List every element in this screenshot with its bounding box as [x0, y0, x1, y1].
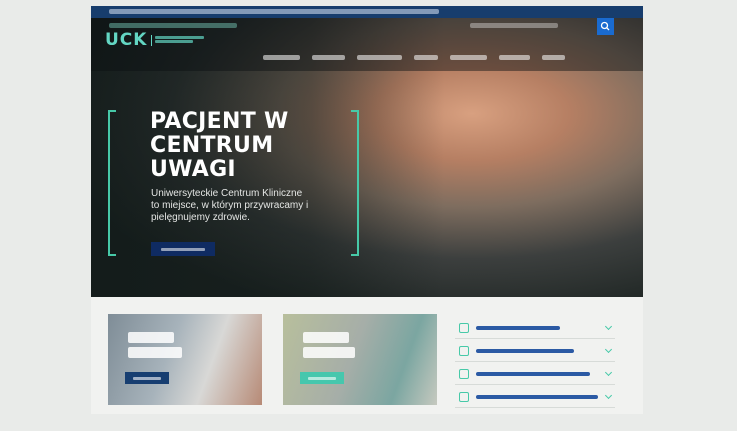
quick-link-label-blurred [476, 395, 598, 399]
link-icon [459, 323, 469, 333]
quick-links [455, 316, 615, 408]
language-switcher-blurred[interactable] [470, 23, 558, 28]
nav-item[interactable] [499, 55, 530, 60]
button-label-blurred [308, 377, 336, 380]
link-icon [459, 346, 469, 356]
find-doctor-button[interactable] [125, 372, 169, 384]
nav-item[interactable] [542, 55, 565, 60]
quick-link[interactable] [455, 385, 615, 408]
chevron-down-icon [604, 345, 613, 354]
search-button[interactable] [597, 18, 614, 35]
chevron-down-icon [604, 391, 613, 400]
chevron-down-icon [604, 368, 613, 377]
chevron-down-icon [604, 322, 613, 331]
find-clinic-button[interactable] [300, 372, 344, 384]
hero-bracket-right [351, 110, 359, 256]
quick-link-label-blurred [476, 372, 590, 376]
quick-link[interactable] [455, 339, 615, 362]
site-logo[interactable]: UCK [105, 30, 209, 50]
nav-item[interactable] [263, 55, 300, 60]
hero-title-line: UWAGI [150, 157, 236, 182]
link-icon [459, 392, 469, 402]
logo-text-blurred [151, 34, 209, 46]
main-nav [263, 55, 565, 60]
card-title-blurred [128, 332, 184, 362]
logo-mark: UCK [105, 30, 148, 50]
nav-item[interactable] [312, 55, 345, 60]
search-icon [600, 21, 610, 31]
nav-item[interactable] [414, 55, 438, 60]
contact-line-blurred[interactable] [109, 23, 237, 28]
hero-bracket-left [108, 110, 116, 256]
quick-link-label-blurred [476, 349, 574, 353]
notice-text-blurred [109, 9, 439, 14]
quick-link[interactable] [455, 316, 615, 339]
hero-title: PACJENT W CENTRUM UWAGI [150, 110, 340, 182]
hero-title-line: PACJENT W [150, 109, 289, 134]
quick-link-label-blurred [476, 326, 560, 330]
website-frame: UCK PACJENT W CENTRUM UWAGI Uniwersyteck… [91, 6, 643, 414]
find-doctor-card[interactable] [108, 314, 262, 405]
hero-cta-button[interactable] [151, 242, 215, 256]
find-clinic-card[interactable] [283, 314, 437, 405]
screenshot: UCK PACJENT W CENTRUM UWAGI Uniwersyteck… [0, 0, 737, 431]
nav-item[interactable] [357, 55, 402, 60]
link-icon [459, 369, 469, 379]
card-title-blurred [303, 332, 359, 362]
quick-link[interactable] [455, 362, 615, 385]
notice-bar [91, 6, 643, 18]
cta-label-blurred [161, 248, 205, 251]
button-label-blurred [133, 377, 161, 380]
hero-title-line: CENTRUM [150, 133, 274, 158]
hero-subtitle: Uniwersyteckie Centrum Kliniczne to miej… [151, 188, 309, 223]
nav-item[interactable] [450, 55, 487, 60]
